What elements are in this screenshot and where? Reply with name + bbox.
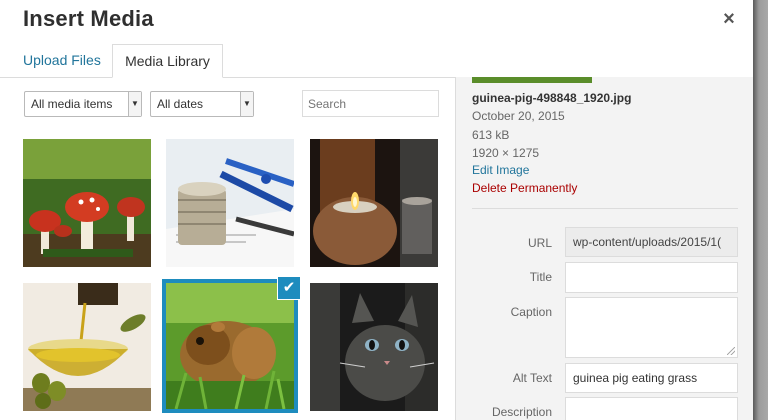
insert-media-modal: Insert Media × Upload Files Media Librar… [0, 0, 753, 420]
dropdown-arrow-icon: ▼ [128, 92, 141, 116]
alt-text-label: Alt Text [512, 371, 552, 385]
attachment-thumbnail[interactable] [166, 139, 294, 267]
attachment-thumbnail[interactable] [23, 283, 151, 411]
backdrop-edge [753, 0, 768, 420]
olive-oil-image [23, 283, 151, 411]
selected-check-icon[interactable]: ✔ [277, 276, 301, 300]
close-icon[interactable]: × [716, 6, 742, 32]
attachment-dimensions: 1920 × 1275 [472, 146, 540, 160]
description-label: Description [491, 405, 552, 419]
attachment-filesize: 613 kB [472, 128, 510, 142]
tab-media-library[interactable]: Media Library [112, 44, 223, 78]
url-field[interactable]: wp-content/uploads/2015/1( [565, 227, 738, 257]
delete-permanently-link[interactable]: Delete Permanently [472, 181, 577, 195]
mushrooms-image [23, 139, 151, 267]
media-type-filter-value: All media items [31, 97, 113, 111]
date-filter[interactable]: All dates ▼ [150, 91, 254, 117]
details-divider [472, 208, 738, 209]
attachment-date: October 20, 2015 [472, 109, 565, 123]
media-type-filter[interactable]: All media items ▼ [24, 91, 142, 117]
attachment-thumbnail[interactable] [23, 139, 151, 267]
coins-image [166, 139, 294, 267]
title-label: Title [529, 270, 552, 284]
guinea-pig-image [166, 283, 294, 409]
tab-upload-files[interactable]: Upload Files [23, 52, 101, 68]
url-label: URL [527, 236, 552, 250]
attachment-preview [472, 77, 592, 83]
caption-field[interactable] [565, 297, 738, 358]
alt-text-field[interactable]: guinea pig eating grass [565, 363, 738, 393]
attachment-thumbnail[interactable] [310, 139, 438, 267]
tab-bar-border [0, 77, 455, 78]
candle-image [310, 139, 438, 267]
caption-label: Caption [510, 305, 552, 319]
attachment-filename: guinea-pig-498848_1920.jpg [472, 91, 632, 105]
attachment-thumbnail[interactable] [310, 283, 438, 411]
edit-image-link[interactable]: Edit Image [472, 163, 529, 177]
resize-handle-icon[interactable] [727, 347, 735, 355]
modal-title: Insert Media [23, 6, 154, 31]
description-field[interactable] [565, 397, 738, 420]
search-input[interactable] [302, 90, 439, 117]
dropdown-arrow-icon: ▼ [240, 92, 253, 116]
date-filter-value: All dates [157, 97, 204, 111]
title-field[interactable] [565, 262, 738, 293]
kitten-image [310, 283, 438, 411]
attachment-details-sidebar: guinea-pig-498848_1920.jpg October 20, 2… [455, 77, 753, 420]
